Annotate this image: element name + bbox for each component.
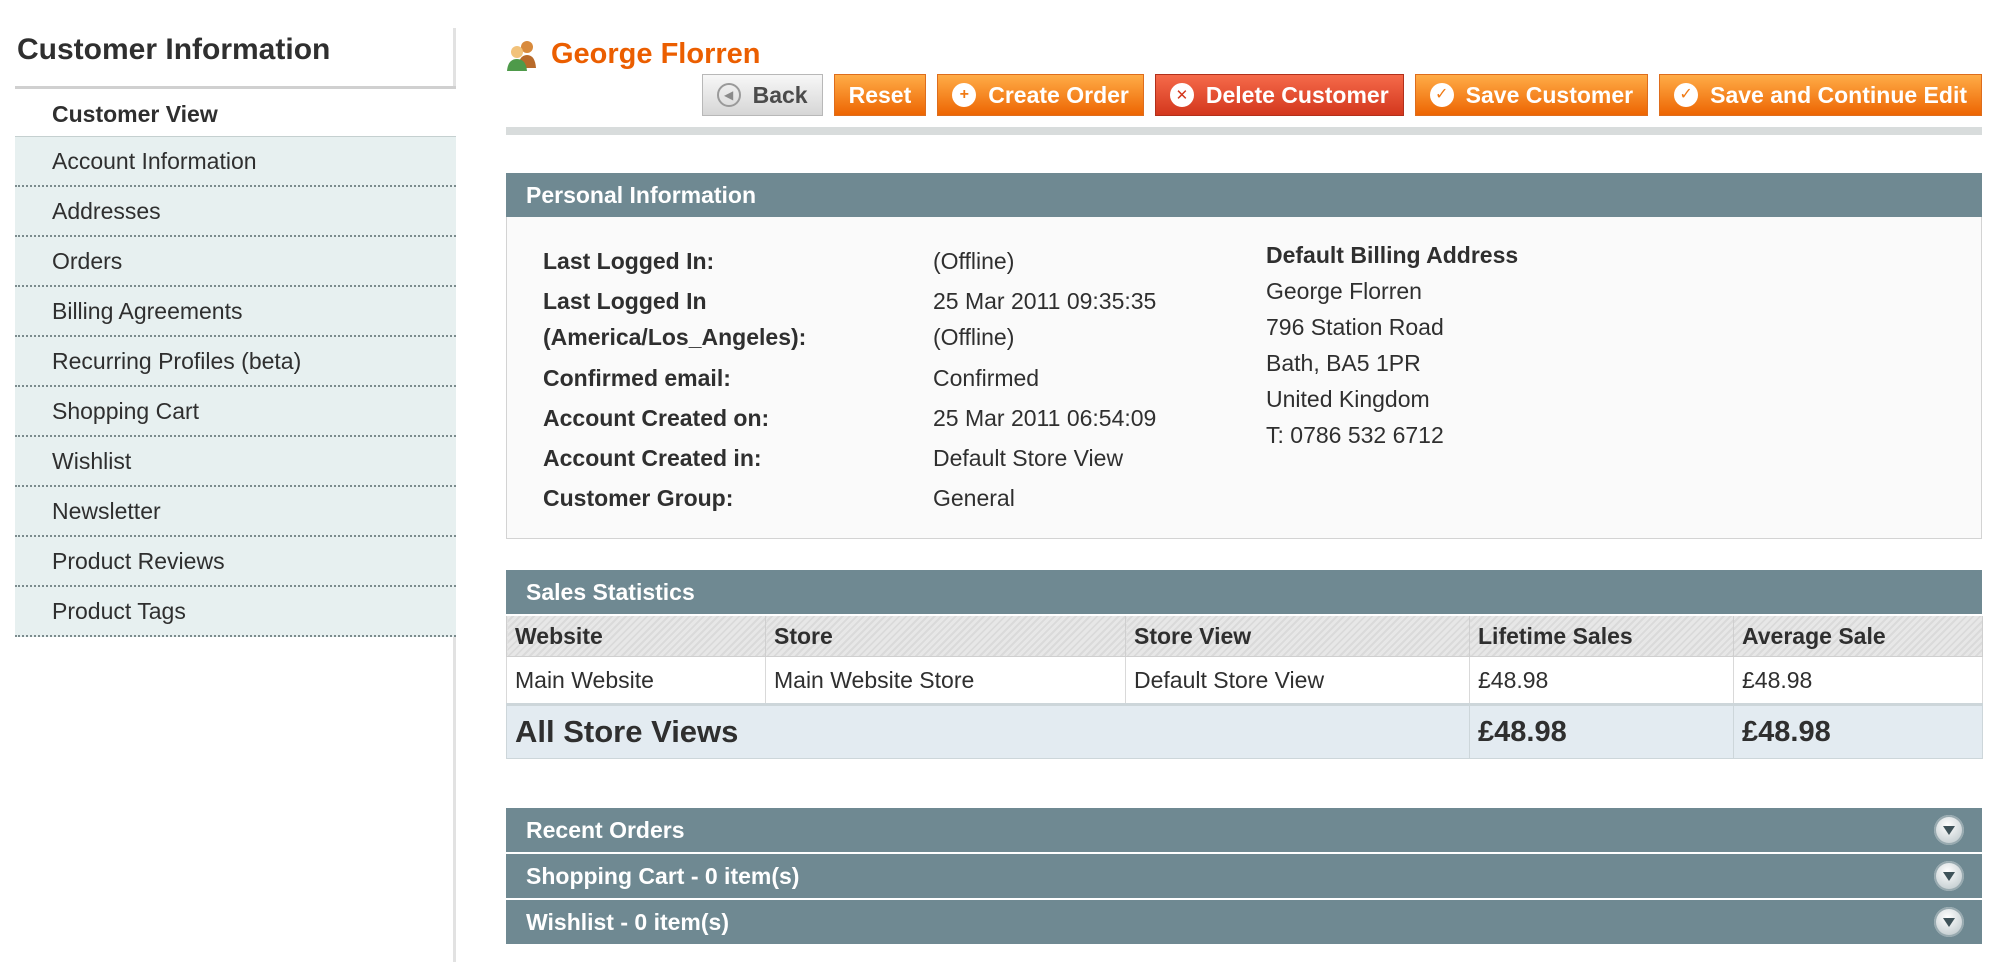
checkmark-icon: ✓ — [1674, 83, 1699, 107]
tab-recurring-profiles[interactable]: Recurring Profiles (beta) — [15, 337, 456, 387]
tab-billing-agreements[interactable]: Billing Agreements — [15, 287, 456, 337]
confirmed-email-value: Confirmed — [933, 365, 1040, 391]
personal-information-panel: Last Logged In: (Offline) Last Logged In… — [506, 217, 1982, 539]
back-button[interactable]: ◀ Back — [701, 74, 823, 116]
personal-information-header: Personal Information — [506, 173, 1982, 217]
reset-button-label: Reset — [848, 81, 912, 108]
billing-address-line: Bath, BA5 1PR — [1266, 350, 1421, 376]
save-customer-button-label: Save Customer — [1465, 81, 1634, 108]
last-logged-in-timezone-label-line1: Last Logged In — [543, 288, 707, 314]
account-created-on-value: 25 Mar 2011 06:54:09 — [933, 405, 1157, 431]
billing-address-line: United Kingdom — [1266, 386, 1430, 412]
back-button-label: Back — [752, 81, 808, 108]
total-label: All Store Views — [506, 703, 1470, 759]
tab-product-tags[interactable]: Product Tags — [15, 587, 456, 637]
plus-icon: + — [952, 83, 977, 107]
column-header-website: Website — [506, 614, 766, 657]
customer-icon — [507, 41, 536, 71]
tab-account-information[interactable]: Account Information — [15, 137, 456, 187]
create-order-button-label: Create Order — [988, 81, 1129, 108]
column-header-store: Store — [765, 614, 1126, 657]
cell-store-view: Default Store View — [1125, 656, 1470, 705]
billing-address-phone: T: 0786 532 6712 — [1266, 422, 1444, 448]
wishlist-title: Wishlist - 0 item(s) — [526, 909, 729, 935]
tab-newsletter[interactable]: Newsletter — [15, 487, 456, 537]
last-logged-in-timezone-label-line2: (America/Los_Angeles): — [543, 324, 807, 350]
table-header-row: Website Store Store View Lifetime Sales … — [506, 614, 1983, 657]
tab-addresses[interactable]: Addresses — [15, 187, 456, 237]
sales-statistics-table: Website Store Store View Lifetime Sales … — [506, 614, 1983, 759]
column-header-average-sale: Average Sale — [1733, 614, 1983, 657]
total-lifetime-sales: £48.98 — [1469, 703, 1734, 759]
table-row: Main Website Main Website Store Default … — [506, 656, 1983, 705]
billing-address-line: 796 Station Road — [1266, 314, 1444, 340]
tab-customer-view[interactable]: Customer View — [15, 89, 456, 137]
column-header-lifetime-sales: Lifetime Sales — [1469, 614, 1734, 657]
account-created-in-value: Default Store View — [933, 445, 1124, 471]
last-logged-in-timezone-value-line2: (Offline) — [933, 324, 1015, 350]
create-order-button[interactable]: + Create Order — [937, 74, 1144, 116]
column-header-store-view: Store View — [1125, 614, 1470, 657]
sidebar-title: Customer Information — [15, 28, 456, 89]
recent-orders-title: Recent Orders — [526, 817, 685, 843]
action-button-bar: ◀ Back Reset + Create Order ✕ Delete Cus… — [701, 74, 1982, 116]
delete-customer-button-label: Delete Customer — [1205, 81, 1389, 108]
save-and-continue-edit-button-label: Save and Continue Edit — [1710, 81, 1967, 108]
save-and-continue-edit-button[interactable]: ✓ Save and Continue Edit — [1659, 74, 1982, 116]
last-logged-in-value: (Offline) — [933, 248, 1015, 274]
cell-average-sale: £48.98 — [1733, 656, 1983, 705]
last-logged-in-timezone-value-line1: 25 Mar 2011 09:35:35 — [933, 288, 1157, 314]
last-logged-in-timezone-label: Last Logged In (America/Los_Angeles): — [543, 283, 923, 355]
total-average-sale: £48.98 — [1733, 703, 1983, 759]
shopping-cart-title: Shopping Cart - 0 item(s) — [526, 863, 800, 889]
sidebar-tab-list: Customer View Account Information Addres… — [15, 89, 456, 637]
reset-button[interactable]: Reset — [833, 74, 927, 116]
account-created-in-label: Account Created in: — [543, 445, 762, 471]
cell-store: Main Website Store — [765, 656, 1126, 705]
totals-row: All Store Views £48.98 £48.98 — [506, 703, 1983, 759]
delete-customer-button[interactable]: ✕ Delete Customer — [1154, 74, 1404, 116]
save-customer-button[interactable]: ✓ Save Customer — [1414, 74, 1649, 116]
wishlist-section-header[interactable]: Wishlist - 0 item(s) — [506, 900, 1982, 944]
tab-wishlist[interactable]: Wishlist — [15, 437, 456, 487]
default-billing-address: Default Billing Address George Florren 7… — [1266, 237, 1518, 453]
tab-product-reviews[interactable]: Product Reviews — [15, 537, 456, 587]
page-title: George Florren — [551, 38, 761, 70]
tab-orders[interactable]: Orders — [15, 237, 456, 287]
expand-toggle-icon[interactable] — [1934, 815, 1964, 845]
last-logged-in-label: Last Logged In: — [543, 248, 715, 274]
expand-toggle-icon[interactable] — [1934, 907, 1964, 937]
customer-group-value: General — [933, 485, 1015, 511]
back-arrow-icon: ◀ — [716, 83, 741, 107]
last-logged-in-timezone-value: 25 Mar 2011 09:35:35 (Offline) — [933, 283, 1263, 355]
billing-address-line: George Florren — [1266, 278, 1422, 304]
cell-website: Main Website — [506, 656, 766, 705]
billing-address-title: Default Billing Address — [1266, 242, 1519, 268]
cell-lifetime-sales: £48.98 — [1469, 656, 1734, 705]
recent-orders-section-header[interactable]: Recent Orders — [506, 808, 1982, 852]
sales-statistics-header: Sales Statistics — [506, 570, 1982, 614]
shopping-cart-section-header[interactable]: Shopping Cart - 0 item(s) — [506, 854, 1982, 898]
header-divider — [506, 127, 1982, 135]
checkmark-icon: ✓ — [1429, 83, 1454, 107]
sidebar: Customer Information Customer View Accou… — [15, 28, 456, 637]
close-icon: ✕ — [1169, 83, 1194, 107]
account-created-on-label: Account Created on: — [543, 405, 770, 431]
customer-group-label: Customer Group: — [543, 485, 734, 511]
tab-shopping-cart[interactable]: Shopping Cart — [15, 387, 456, 437]
confirmed-email-label: Confirmed email: — [543, 365, 731, 391]
expand-toggle-icon[interactable] — [1934, 861, 1964, 891]
